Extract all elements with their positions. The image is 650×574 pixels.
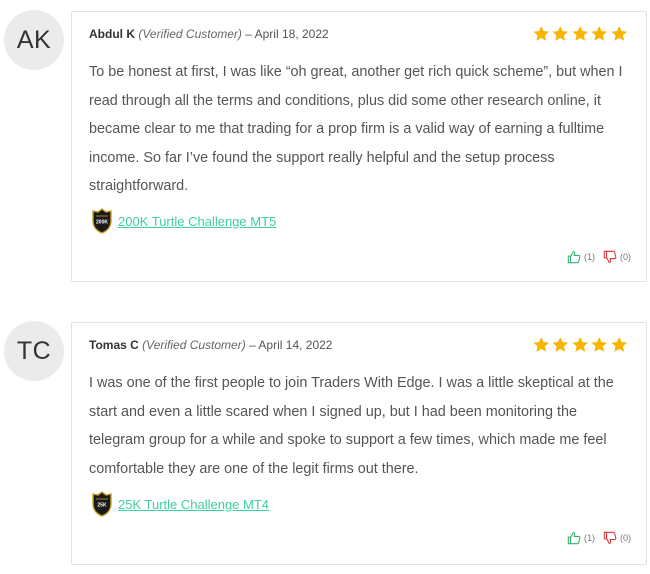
thumbs-down-icon: [603, 250, 617, 263]
review-card: Tomas C (Verified Customer) – April 14, …: [71, 322, 647, 565]
reviewer-name: Abdul K: [89, 27, 135, 41]
avatar: AK: [4, 10, 64, 70]
badge-text: 200K: [96, 220, 108, 226]
shield-badge-icon: 200K: [92, 208, 112, 234]
star-rating: [532, 25, 629, 43]
avatar: TC: [4, 321, 64, 381]
star-icon: [552, 26, 569, 41]
star-icon: [591, 26, 608, 41]
star-icon: [532, 337, 549, 352]
star-icon: [610, 337, 627, 352]
downvote-count: (0): [620, 533, 631, 543]
shield-badge-icon: 25K: [92, 491, 112, 517]
thumbs-up-icon: [567, 251, 581, 264]
star-icon: [591, 337, 608, 352]
star-icon: [571, 26, 588, 41]
reviewer-name: Tomas C: [89, 338, 139, 352]
star-icon: [571, 337, 588, 352]
verified-label: (Verified Customer): [138, 27, 242, 41]
vote-controls: (1) (0): [567, 531, 631, 545]
product-link[interactable]: 25K Turtle Challenge MT4: [118, 497, 269, 512]
downvote-button[interactable]: (0): [603, 531, 631, 545]
downvote-count: (0): [620, 252, 631, 262]
star-icon: [552, 337, 569, 352]
product-tag: 25K 25K Turtle Challenge MT4: [89, 491, 269, 517]
product-tag: 200K 200K Turtle Challenge MT5: [89, 208, 276, 234]
review-meta: Abdul K (Verified Customer) – April 18, …: [89, 27, 329, 41]
vote-controls: (1) (0): [567, 250, 631, 264]
badge-text: 25K: [97, 503, 107, 509]
review-text: To be honest at first, I was like “oh gr…: [89, 64, 623, 194]
review-date: – April 14, 2022: [249, 338, 333, 352]
upvote-count: (1): [584, 252, 595, 262]
verified-label: (Verified Customer): [142, 338, 246, 352]
thumbs-down-icon: [603, 531, 617, 544]
upvote-button[interactable]: (1): [567, 250, 595, 264]
thumbs-up-icon: [567, 532, 581, 545]
star-icon: [532, 26, 549, 41]
upvote-count: (1): [584, 533, 595, 543]
review-meta: Tomas C (Verified Customer) – April 14, …: [89, 338, 332, 352]
downvote-button[interactable]: (0): [603, 250, 631, 264]
review-text: I was one of the first people to join Tr…: [89, 375, 614, 477]
upvote-button[interactable]: (1): [567, 531, 595, 545]
review-date: – April 18, 2022: [245, 27, 329, 41]
star-icon: [610, 26, 627, 41]
star-rating: [532, 336, 629, 354]
product-link[interactable]: 200K Turtle Challenge MT5: [118, 214, 276, 229]
review-card: Abdul K (Verified Customer) – April 18, …: [71, 11, 647, 282]
